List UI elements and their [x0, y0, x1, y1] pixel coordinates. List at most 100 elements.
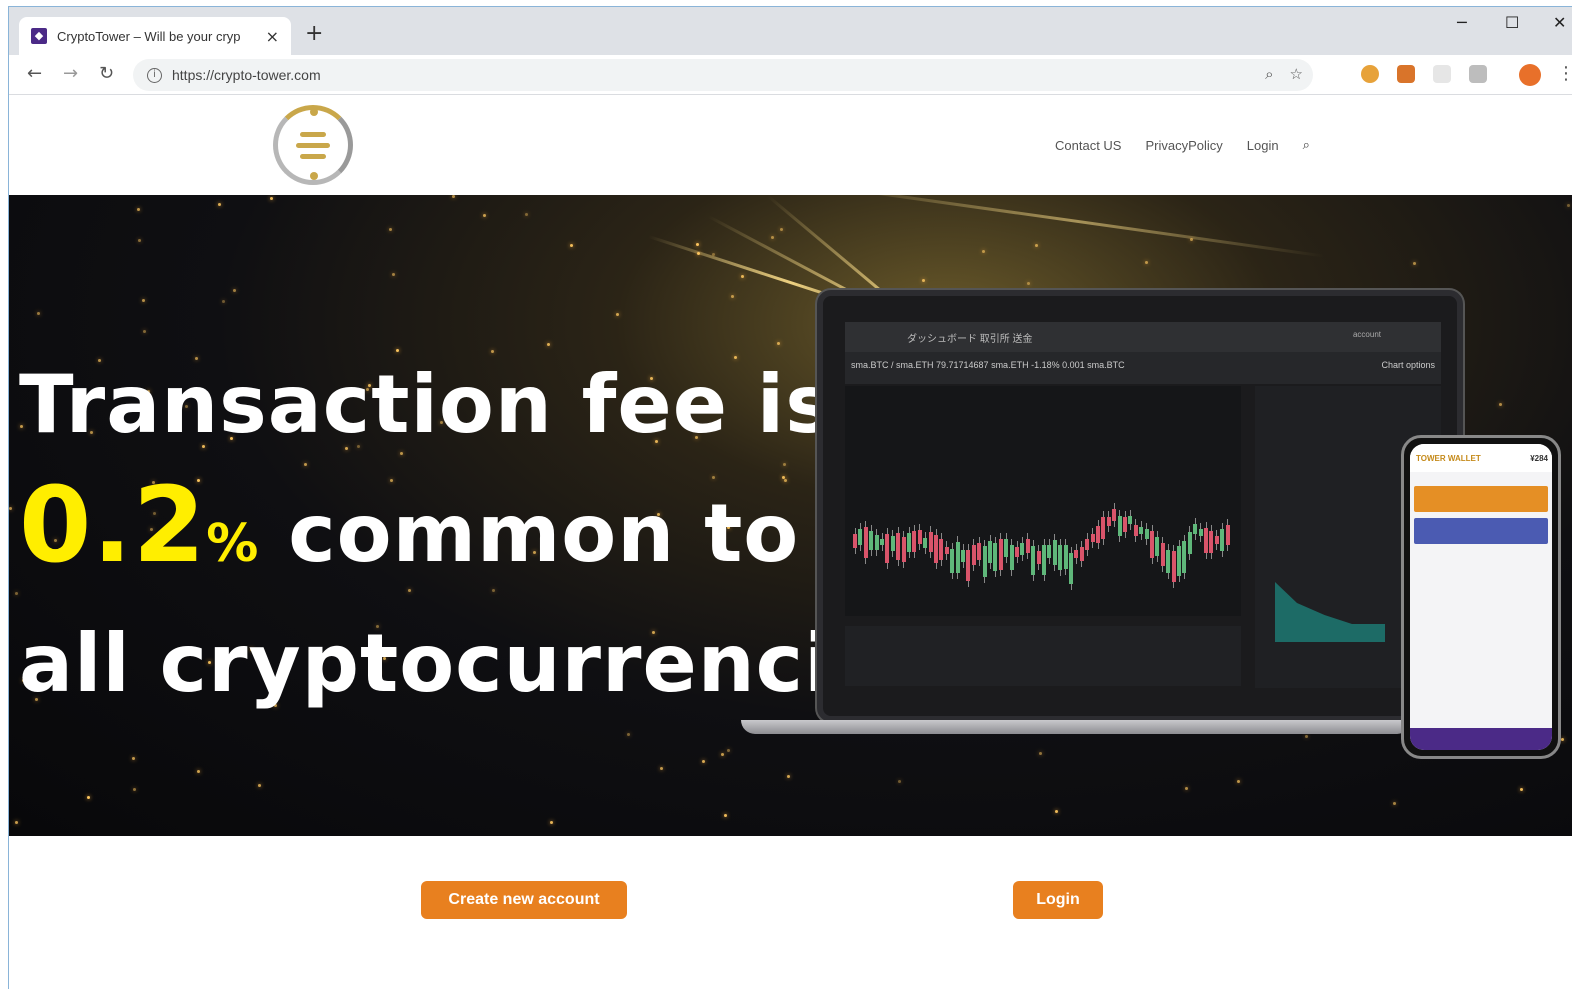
light-dot — [233, 289, 237, 293]
extension-icon[interactable] — [1397, 65, 1415, 83]
close-window-icon[interactable]: ✕ — [1553, 13, 1566, 32]
extension-icon[interactable] — [1433, 65, 1451, 83]
fee-percent: % — [206, 514, 260, 574]
site-header: Contact US PrivacyPolicy Login ⌕ — [9, 96, 1572, 195]
light-dot — [389, 227, 393, 231]
profile-icon[interactable] — [1519, 64, 1541, 86]
light-dot — [136, 208, 140, 212]
minimize-icon[interactable]: ─ — [1457, 13, 1467, 32]
candle — [934, 534, 938, 564]
nav-login[interactable]: Login — [1247, 138, 1279, 153]
candle — [880, 538, 884, 546]
light-dot — [222, 300, 226, 304]
candle — [1031, 546, 1036, 575]
pair-info-bar: sma.BTC / sma.ETH 79.71714687 sma.ETH -1… — [845, 352, 1441, 384]
login-button[interactable]: Login — [1013, 881, 1103, 919]
candle — [901, 537, 906, 562]
candle — [1133, 525, 1138, 536]
search-icon[interactable]: ⌕ — [1303, 138, 1310, 153]
close-tab-icon[interactable]: × — [266, 27, 279, 46]
candle — [917, 530, 922, 545]
candle — [1123, 516, 1127, 532]
candle — [1171, 551, 1176, 582]
candle — [966, 550, 971, 582]
logo-dot — [310, 172, 318, 180]
account-label: account — [1352, 330, 1381, 339]
light-dot — [87, 796, 91, 800]
order-panel — [845, 626, 1241, 686]
light-dot — [724, 813, 728, 817]
forward-icon[interactable]: → — [63, 63, 78, 84]
pair-info: sma.BTC / sma.ETH 79.71714687 sma.ETH -1… — [851, 360, 1125, 370]
browser-window: ◆ CryptoTower – Will be your cryp × + ─ … — [8, 6, 1572, 989]
candle — [1128, 516, 1133, 525]
extension-icon[interactable] — [1469, 65, 1487, 83]
candlestick-chart — [845, 386, 1241, 616]
zoom-icon[interactable]: ⌕ — [1265, 65, 1273, 83]
candle — [1004, 539, 1009, 557]
phone-mockup: TOWER WALLET ¥284 — [1401, 435, 1561, 759]
light-beam — [828, 195, 1325, 258]
candle — [1015, 547, 1019, 558]
light-dot — [659, 767, 663, 771]
candle — [1063, 545, 1068, 569]
candle — [1096, 525, 1100, 543]
light-dot — [770, 236, 774, 240]
nav-contact-us[interactable]: Contact US — [1055, 138, 1121, 153]
wallet-card-ethereum — [1414, 518, 1548, 544]
phone-screen: TOWER WALLET ¥284 — [1410, 444, 1552, 750]
candle — [961, 550, 965, 563]
back-icon[interactable]: ← — [27, 63, 42, 84]
laptop-base — [741, 720, 1411, 734]
new-tab-button[interactable]: + — [305, 21, 323, 46]
light-dot — [627, 733, 631, 737]
candle — [1090, 534, 1095, 543]
candle — [1058, 544, 1063, 570]
maximize-icon[interactable]: ☐ — [1505, 13, 1519, 32]
candle — [923, 537, 928, 549]
candle — [1214, 535, 1219, 545]
extension-icon[interactable] — [1361, 65, 1379, 83]
light-dot — [1144, 261, 1148, 265]
depth-chart — [1275, 582, 1385, 642]
candle — [858, 529, 863, 546]
candle — [907, 533, 911, 553]
nav-privacy-policy[interactable]: PrivacyPolicy — [1145, 138, 1222, 153]
laptop-mockup: ダッシュボード 取引所 送金 account sma.BTC / sma.ETH… — [817, 290, 1463, 722]
light-dot — [257, 783, 261, 787]
menu-icon[interactable]: ⋮ — [1557, 63, 1572, 84]
reload-icon[interactable]: ↻ — [99, 63, 114, 84]
light-dot — [730, 295, 734, 299]
exchange-top-bar: ダッシュボード 取引所 送金 account — [845, 322, 1441, 352]
candle — [971, 544, 976, 565]
candle — [896, 533, 901, 560]
browser-tab[interactable]: ◆ CryptoTower – Will be your cryp × — [19, 17, 291, 55]
candle — [1144, 529, 1149, 539]
crypto-tower-logo[interactable] — [273, 105, 353, 185]
candle — [939, 539, 944, 561]
candle — [1047, 544, 1052, 558]
exchange-menu: ダッシュボード 取引所 送金 — [907, 334, 1033, 345]
star-icon[interactable]: ☆ — [1290, 65, 1303, 83]
candle — [1074, 550, 1079, 558]
light-dot — [1499, 402, 1503, 406]
light-dot — [982, 250, 986, 254]
address-bar[interactable]: i https://crypto-tower.com ⌕ ☆ — [133, 59, 1313, 91]
url-text: https://crypto-tower.com — [172, 67, 321, 83]
light-dot — [898, 779, 902, 783]
candle — [1036, 551, 1041, 564]
candle — [853, 533, 857, 549]
candle — [982, 545, 987, 577]
light-dot — [138, 238, 142, 242]
info-icon[interactable]: i — [147, 67, 162, 83]
candle — [1220, 529, 1225, 551]
create-account-button[interactable]: Create new account — [421, 881, 627, 919]
candle — [1193, 524, 1198, 535]
browser-toolbar: ← → ↻ i https://crypto-tower.com ⌕ ☆ ⋮ — [9, 55, 1572, 95]
light-dot — [1566, 204, 1570, 208]
light-dot — [1027, 282, 1031, 286]
light-dot — [483, 213, 487, 217]
light-dot — [196, 770, 200, 774]
candle — [869, 531, 874, 550]
candle — [944, 547, 949, 555]
